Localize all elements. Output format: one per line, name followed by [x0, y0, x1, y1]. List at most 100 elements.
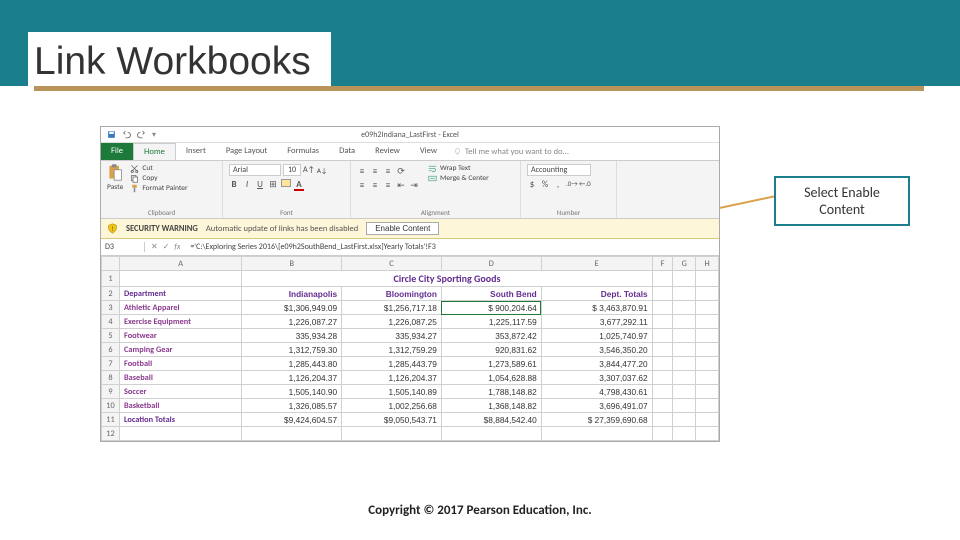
- shield-warning-icon: !: [107, 223, 118, 234]
- group-number: Accounting $ % , .0→ ←.0 Number: [521, 161, 617, 218]
- align-center-icon[interactable]: ≡: [370, 180, 380, 191]
- tab-home[interactable]: Home: [133, 143, 176, 160]
- tab-view[interactable]: View: [410, 143, 447, 160]
- indent-inc-icon[interactable]: ⇥: [409, 180, 419, 191]
- italic-button[interactable]: I: [242, 179, 252, 190]
- col-A[interactable]: A: [120, 257, 242, 271]
- orientation-icon[interactable]: ⟳: [396, 166, 406, 177]
- percent-button[interactable]: %: [540, 179, 550, 190]
- currency-button[interactable]: $: [527, 179, 537, 190]
- name-box[interactable]: D3: [101, 242, 145, 252]
- cell: $1,256,717.18: [342, 301, 442, 315]
- save-icon[interactable]: [107, 130, 116, 139]
- col-H[interactable]: H: [696, 257, 719, 271]
- cell: 1,273,589.61: [441, 357, 541, 371]
- col-D[interactable]: D: [441, 257, 541, 271]
- tab-page-layout[interactable]: Page Layout: [216, 143, 277, 160]
- group-clipboard: Paste Cut Copy Format Painter Clipboard: [101, 161, 223, 218]
- redo-icon[interactable]: [137, 130, 146, 139]
- tab-file[interactable]: File: [101, 143, 133, 160]
- dept-label: Camping Gear: [120, 343, 242, 357]
- cut-button[interactable]: Cut: [130, 164, 187, 173]
- wrap-text-button[interactable]: Wrap Text: [428, 164, 489, 173]
- cancel-formula-icon[interactable]: ✕: [151, 242, 158, 252]
- formula-input[interactable]: ='C:\Exploring Series 2016\[e09h2SouthBe…: [186, 242, 719, 252]
- tab-review[interactable]: Review: [365, 143, 410, 160]
- table-row: 10Basketball1,326,085.571,002,256.681,36…: [102, 399, 719, 413]
- font-color-button[interactable]: A: [294, 179, 304, 190]
- table-row: 3Athletic Apparel$1,306,949.09$1,256,717…: [102, 301, 719, 315]
- accent-bar: [34, 86, 924, 91]
- format-painter-button[interactable]: Format Painter: [130, 184, 187, 193]
- select-all-corner[interactable]: [102, 257, 120, 271]
- enable-content-button[interactable]: Enable Content: [366, 222, 439, 235]
- tab-insert[interactable]: Insert: [176, 143, 216, 160]
- bold-button[interactable]: B: [229, 179, 239, 190]
- tell-me[interactable]: Tell me what you want to do...: [453, 143, 569, 160]
- lightbulb-icon: [453, 147, 462, 156]
- row-header[interactable]: 8: [102, 371, 120, 385]
- border-button[interactable]: ⊞: [268, 179, 278, 190]
- slide-title: Link Workbooks: [34, 40, 311, 84]
- indent-dec-icon[interactable]: ⇤: [396, 180, 406, 191]
- align-bottom-icon[interactable]: ≡: [383, 166, 393, 177]
- callout-line2: Content: [780, 201, 904, 218]
- cell: 1,025,740.97: [541, 329, 652, 343]
- excel-screenshot: ▾ e09h2Indiana_LastFirst - Excel File Ho…: [100, 126, 720, 442]
- paste-button[interactable]: Paste: [107, 164, 127, 192]
- title-box: Link Workbooks: [28, 32, 331, 86]
- copy-button[interactable]: Copy: [130, 174, 187, 183]
- decrease-decimal-button[interactable]: ←.0: [579, 179, 589, 190]
- row-header[interactable]: 3: [102, 301, 120, 315]
- cell: 1,054,628.88: [441, 371, 541, 385]
- font-size-select[interactable]: 10: [283, 164, 301, 176]
- total-c: $9,050,543.71: [342, 413, 442, 427]
- row-totals: 11 Location Totals $9,424,604.57 $9,050,…: [102, 413, 719, 427]
- align-middle-icon[interactable]: ≡: [370, 166, 380, 177]
- increase-decimal-button[interactable]: .0→: [566, 179, 576, 190]
- col-C[interactable]: C: [342, 257, 442, 271]
- hdr-bloomington: Bloomington: [342, 287, 442, 301]
- font-name-select[interactable]: Arial: [229, 164, 281, 176]
- row-header[interactable]: 7: [102, 357, 120, 371]
- cell: 1,126,204.37: [342, 371, 442, 385]
- col-F[interactable]: F: [652, 257, 673, 271]
- underline-button[interactable]: U: [255, 179, 265, 190]
- formula-bar: D3 ✕ ✓ fx ='C:\Exploring Series 2016\[e0…: [101, 239, 719, 256]
- cell: 4,798,430.61: [541, 385, 652, 399]
- align-left-icon[interactable]: ≡: [357, 180, 367, 191]
- accept-formula-icon[interactable]: ✓: [163, 242, 170, 252]
- wrap-label: Wrap Text: [440, 164, 471, 173]
- fx-icon[interactable]: fx: [174, 242, 180, 252]
- cell: 353,872.42: [441, 329, 541, 343]
- tab-formulas[interactable]: Formulas: [277, 143, 329, 160]
- callout-box: Select Enable Content: [774, 176, 910, 226]
- cell: 1,312,759.29: [342, 343, 442, 357]
- align-top-icon[interactable]: ≡: [357, 166, 367, 177]
- col-G[interactable]: G: [673, 257, 696, 271]
- grow-font-icon[interactable]: A↑: [303, 165, 315, 175]
- merge-center-button[interactable]: Merge & Center: [428, 174, 489, 183]
- col-E[interactable]: E: [541, 257, 652, 271]
- row-header[interactable]: 9: [102, 385, 120, 399]
- undo-icon[interactable]: [122, 130, 131, 139]
- row-header[interactable]: 4: [102, 315, 120, 329]
- hdr-department: Department: [120, 287, 242, 301]
- cell: $ 3,463,870.91: [541, 301, 652, 315]
- scissors-icon: [130, 164, 139, 173]
- cell: 1,312,759.30: [242, 343, 342, 357]
- row-header[interactable]: 5: [102, 329, 120, 343]
- fill-color-button[interactable]: [281, 179, 291, 187]
- worksheet-grid[interactable]: A B C D E F G H 1Circle City Sporting Go…: [101, 256, 719, 441]
- row-header[interactable]: 6: [102, 343, 120, 357]
- shrink-font-icon[interactable]: A↓: [317, 166, 327, 175]
- callout-line1: Select Enable: [780, 184, 904, 201]
- align-right-icon[interactable]: ≡: [383, 180, 393, 191]
- comma-button[interactable]: ,: [553, 179, 563, 190]
- dept-label: Baseball: [120, 371, 242, 385]
- col-B[interactable]: B: [242, 257, 342, 271]
- tab-data[interactable]: Data: [329, 143, 365, 160]
- row-header[interactable]: 10: [102, 399, 120, 413]
- row-2: 2 Department Indianapolis Bloomington So…: [102, 287, 719, 301]
- number-format-select[interactable]: Accounting: [527, 164, 591, 176]
